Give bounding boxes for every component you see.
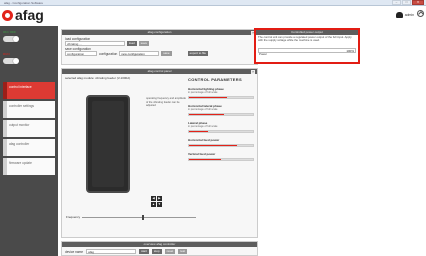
param-fill <box>189 97 228 98</box>
configuration-name-label: configuration <box>99 51 118 56</box>
save-button[interactable]: save <box>161 51 172 56</box>
brand-logo: afag <box>2 7 44 23</box>
afag-control-panel-header: afag control panel ? <box>62 69 257 74</box>
sidebar-nav: control interface controller settings ou… <box>3 82 55 177</box>
help-icon[interactable]: ? <box>251 69 255 74</box>
param-lateral-phase: Lateral phase in percentage of full scal… <box>188 121 254 133</box>
sidebar-item-firmware-update[interactable]: firmware update <box>3 158 55 175</box>
param-fill <box>189 159 221 160</box>
sidebar: ON / OFF RUN control interface controlle… <box>0 26 58 256</box>
param-fill <box>189 145 237 146</box>
maximize-button[interactable]: □ <box>402 0 411 5</box>
stop-button[interactable]: stop <box>151 249 162 254</box>
afag-configuration-header: afag configuration ? <box>62 30 257 35</box>
run-toggle[interactable] <box>3 58 19 64</box>
start-button[interactable]: start <box>139 249 149 254</box>
afag-controller-overview-panel: overview afag controller device name afa… <box>61 241 258 256</box>
power-input[interactable]: 100% <box>258 47 356 53</box>
param-slider[interactable] <box>188 113 254 116</box>
load-save-button[interactable]: save <box>138 41 150 46</box>
arrow-up-icon[interactable]: ▲ <box>151 202 156 207</box>
frequency-control: Frequency <box>66 214 196 220</box>
param-slider[interactable] <box>188 96 254 99</box>
device-name-label: device name <box>65 249 84 254</box>
run-toggle-label: RUN <box>3 52 10 56</box>
param-horizontal-lighting-phase: Horizontal lighting phase in percentage … <box>188 87 254 99</box>
param-horizontal-lateral-phase: Horizontal lateral phase in percentage o… <box>188 104 254 116</box>
test-button[interactable]: test <box>178 249 188 254</box>
controlled-power-output-panel: Controlled power output The control unit… <box>254 28 360 64</box>
power-toggle-group: ON / OFF <box>3 30 55 42</box>
param-hint: in percentage of full scale <box>188 108 218 111</box>
param-label: Vertical feed power <box>188 152 216 156</box>
arrow-down-icon[interactable]: ▼ <box>156 202 162 207</box>
app-header: afag admin <box>0 6 426 26</box>
param-slider[interactable] <box>188 144 254 147</box>
device-name-select[interactable]: afag <box>86 249 137 254</box>
afag-configuration-panel: afag configuration ? load configuration … <box>61 29 258 65</box>
user-name: admin <box>404 13 414 17</box>
user-icon <box>395 12 403 18</box>
param-fill <box>189 114 225 115</box>
sidebar-item-control-interface[interactable]: control interface <box>3 82 55 99</box>
close-button[interactable]: ✕ <box>412 0 424 5</box>
arrow-left-icon[interactable]: ◀ <box>151 196 156 201</box>
controlled-power-output-header: Controlled power output <box>256 30 358 35</box>
control-parameters: CONTROL PARAMETERS Horizontal lighting p… <box>188 77 254 227</box>
controlled-power-output-description: The control unit can provide a regulated… <box>258 35 352 43</box>
minimize-button[interactable]: – <box>392 0 401 5</box>
param-hint: in percentage of full scale <box>188 91 218 94</box>
sidebar-item-afag-controller[interactable]: afag controller <box>3 139 55 156</box>
power-value: 100% <box>346 48 354 53</box>
controlled-power-output-title: Controlled power output <box>291 30 323 34</box>
home-icon[interactable] <box>417 10 424 17</box>
adjustment-hint: operating frequency and amplitude of the… <box>146 97 186 107</box>
arrow-right-icon[interactable]: ▶ <box>156 196 162 201</box>
afag-controller-overview-header: overview afag controller <box>62 242 257 247</box>
save-configuration-select[interactable]: configuration <box>65 51 97 56</box>
param-label: Horizontal feed power <box>188 138 220 142</box>
afag-configuration-title: afag configuration <box>147 30 172 34</box>
afag-controller-overview-title: overview afag controller <box>143 242 176 246</box>
feeder-device-image <box>86 95 130 193</box>
param-fill <box>189 131 209 132</box>
user-menu[interactable]: admin <box>395 12 414 18</box>
window-title: afag - Configuration Software <box>4 1 44 5</box>
logo-mark-icon <box>2 9 13 21</box>
param-slider[interactable] <box>188 130 254 133</box>
afag-control-panel-title: afag control panel <box>147 69 172 73</box>
frequency-label: Frequency <box>66 215 81 219</box>
direction-controls: ◀ ▶ ▲ ▼ <box>151 196 164 208</box>
param-horizontal-feed-power: Horizontal feed power <box>188 138 254 147</box>
load-configuration-select[interactable]: vibrating ... <box>65 41 125 46</box>
param-vertical-feed-power: Vertical feed power <box>188 152 254 161</box>
configuration-name-input[interactable]: new configuration <box>119 51 160 56</box>
frequency-slider[interactable] <box>82 214 196 220</box>
param-slider[interactable] <box>188 158 254 161</box>
load-button[interactable]: load <box>127 41 137 46</box>
power-toggle[interactable] <box>3 36 19 42</box>
sidebar-item-output-monitor[interactable]: output monitor <box>3 120 55 137</box>
power-toggle-label: ON / OFF <box>3 30 16 34</box>
brand-name: afag <box>15 7 44 23</box>
param-hint: in percentage of full scale <box>188 125 218 128</box>
run-toggle-group: RUN <box>3 52 55 64</box>
afag-control-panel: afag control panel ? selected afag modul… <box>61 68 258 238</box>
sidebar-item-controller-settings[interactable]: controller settings <box>3 101 55 118</box>
reset-button[interactable]: reset <box>164 249 176 254</box>
export-to-file-button[interactable]: export to file <box>187 51 208 56</box>
main-content: afag configuration ? load configuration … <box>61 26 426 256</box>
control-parameters-title: CONTROL PARAMETERS <box>188 77 242 82</box>
